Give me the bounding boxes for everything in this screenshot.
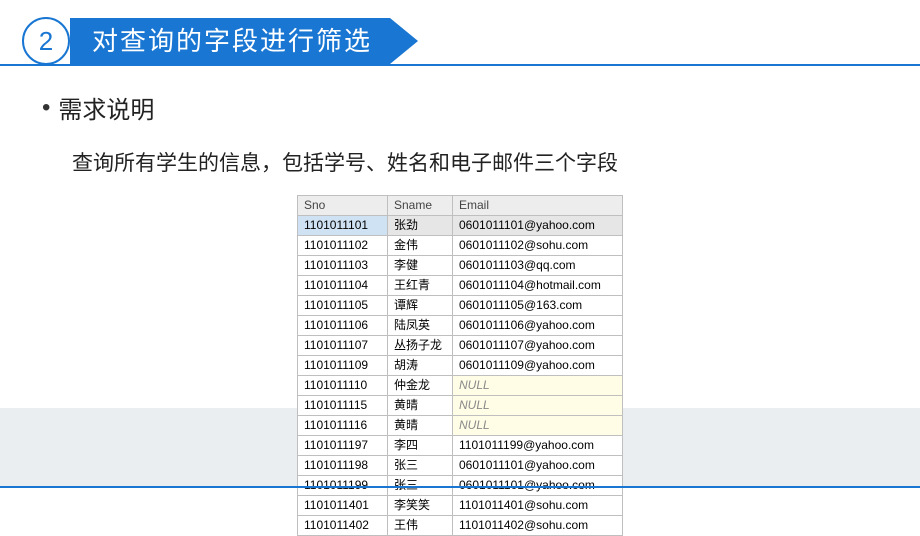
cell-sno: 1101011106 — [298, 316, 388, 336]
cell-sname: 王伟 — [388, 516, 453, 536]
bullet-dot: • — [42, 94, 50, 122]
cell-sno: 1101011101 — [298, 216, 388, 236]
cell-email: 0601011106@yahoo.com — [453, 316, 623, 336]
cell-sno: 1101011198 — [298, 456, 388, 476]
cell-sname: 陆凤英 — [388, 316, 453, 336]
cell-sname: 丛扬子龙 — [388, 336, 453, 356]
cell-sno: 1101011402 — [298, 516, 388, 536]
cell-sno: 1101011102 — [298, 236, 388, 256]
table-header: Sno Sname Email — [298, 196, 623, 216]
cell-sname: 李笑笑 — [388, 496, 453, 516]
cell-email: NULL — [453, 396, 623, 416]
table-row: 1101011103李健0601011103@qq.com — [298, 256, 623, 276]
table-row: 1101011106陆凤英0601011106@yahoo.com — [298, 316, 623, 336]
cell-email: 0601011107@yahoo.com — [453, 336, 623, 356]
cell-sname: 李健 — [388, 256, 453, 276]
cell-sname: 谭辉 — [388, 296, 453, 316]
header-title: 对查询的字段进行筛选 — [70, 18, 390, 64]
cell-email: 0601011105@163.com — [453, 296, 623, 316]
slide-header: 2 对查询的字段进行筛选 — [0, 0, 920, 58]
cell-email: 0601011103@qq.com — [453, 256, 623, 276]
table-row: 1101011107丛扬子龙0601011107@yahoo.com — [298, 336, 623, 356]
student-table: Sno Sname Email 1101011101张劲0601011101@y… — [297, 195, 623, 536]
cell-sname: 金伟 — [388, 236, 453, 256]
bullet-text: 需求说明 — [58, 90, 154, 125]
cell-sname: 胡涛 — [388, 356, 453, 376]
table-row: 1101011115黄晴NULL — [298, 396, 623, 416]
header-number: 2 — [39, 26, 53, 57]
header-title-bar: 对查询的字段进行筛选 — [70, 18, 418, 64]
cell-sname: 张劲 — [388, 216, 453, 236]
cell-sno: 1101011105 — [298, 296, 388, 316]
cell-sname: 黄晴 — [388, 396, 453, 416]
table-row: 1101011401李笑笑1101011401@sohu.com — [298, 496, 623, 516]
cell-sname: 黄晴 — [388, 416, 453, 436]
table-row: 1101011109胡涛0601011109@yahoo.com — [298, 356, 623, 376]
slide-content: • 需求说明 查询所有学生的信息，包括学号、姓名和电子邮件三个字段 Sno Sn… — [42, 90, 878, 536]
cell-sno: 1101011103 — [298, 256, 388, 276]
cell-sno: 1101011109 — [298, 356, 388, 376]
table-row: 1101011104王红青0601011104@hotmail.com — [298, 276, 623, 296]
cell-email: 1101011199@yahoo.com — [453, 436, 623, 456]
cell-email: 0601011101@yahoo.com — [453, 216, 623, 236]
cell-email: 0601011104@hotmail.com — [453, 276, 623, 296]
bullet-row: • 需求说明 — [42, 90, 878, 125]
cell-sname: 王红青 — [388, 276, 453, 296]
cell-sno: 1101011116 — [298, 416, 388, 436]
header-number-circle: 2 — [22, 17, 70, 65]
table-row: 1101011402王伟1101011402@sohu.com — [298, 516, 623, 536]
table-row: 1101011102金伟0601011102@sohu.com — [298, 236, 623, 256]
bottom-line — [0, 486, 920, 488]
cell-sno: 1101011197 — [298, 436, 388, 456]
cell-email: NULL — [453, 416, 623, 436]
table-row: 1101011116黄晴NULL — [298, 416, 623, 436]
header-title-arrow — [390, 18, 418, 64]
cell-email: 1101011402@sohu.com — [453, 516, 623, 536]
cell-email: 1101011401@sohu.com — [453, 496, 623, 516]
table-header-email: Email — [453, 196, 623, 216]
table-row: 1101011110仲金龙NULL — [298, 376, 623, 396]
cell-sname: 张三 — [388, 456, 453, 476]
table-row: 1101011198张三0601011101@yahoo.com — [298, 456, 623, 476]
table-row: 1101011197李四1101011199@yahoo.com — [298, 436, 623, 456]
description-text: 查询所有学生的信息，包括学号、姓名和电子邮件三个字段 — [72, 147, 878, 177]
cell-sname: 仲金龙 — [388, 376, 453, 396]
header-underline — [0, 64, 920, 66]
cell-email: 0601011109@yahoo.com — [453, 356, 623, 376]
cell-email: 0601011102@sohu.com — [453, 236, 623, 256]
table-wrapper: Sno Sname Email 1101011101张劲0601011101@y… — [42, 195, 878, 536]
table-header-row: Sno Sname Email — [298, 196, 623, 216]
table-header-sno: Sno — [298, 196, 388, 216]
cell-email: 0601011101@yahoo.com — [453, 456, 623, 476]
cell-sno: 1101011401 — [298, 496, 388, 516]
cell-sno: 1101011107 — [298, 336, 388, 356]
cell-sno: 1101011110 — [298, 376, 388, 396]
table-row: 1101011101张劲0601011101@yahoo.com — [298, 216, 623, 236]
cell-email: NULL — [453, 376, 623, 396]
cell-sname: 李四 — [388, 436, 453, 456]
cell-sno: 1101011115 — [298, 396, 388, 416]
table-row: 1101011105谭辉0601011105@163.com — [298, 296, 623, 316]
cell-sno: 1101011104 — [298, 276, 388, 296]
table-header-sname: Sname — [388, 196, 453, 216]
